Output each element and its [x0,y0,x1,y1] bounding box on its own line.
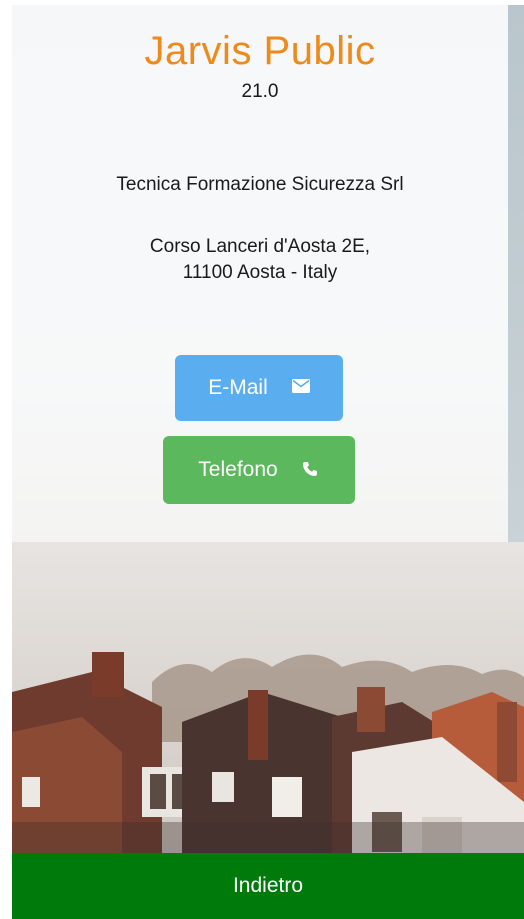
back-button-label: Indietro [232,874,304,897]
email-button-label: E-Mail [208,376,268,399]
back-button[interactable]: Indietro [12,853,524,919]
phone-button[interactable]: Telefono [163,436,355,504]
phone-button-label: Telefono [198,458,278,481]
address-line-2: 11100 Aosta - Italy [182,262,338,283]
background-edge [508,5,524,542]
app-title: Jarvis Public [144,29,376,73]
email-button[interactable]: E-Mail [175,355,343,421]
houses-background-image [12,542,524,854]
app-version: 21.0 [241,81,279,102]
envelope-icon [291,379,310,397]
company-address: Corso Lanceri d'Aosta 2E, 11100 Aosta - … [12,234,508,286]
phone-icon [302,461,320,479]
company-name: Tecnica Formazione Sicurezza Srl [116,174,404,195]
app-screen: Jarvis Public 21.0 Tecnica Formazione Si… [12,5,524,919]
address-line-1: Corso Lanceri d'Aosta 2E, [149,236,371,257]
